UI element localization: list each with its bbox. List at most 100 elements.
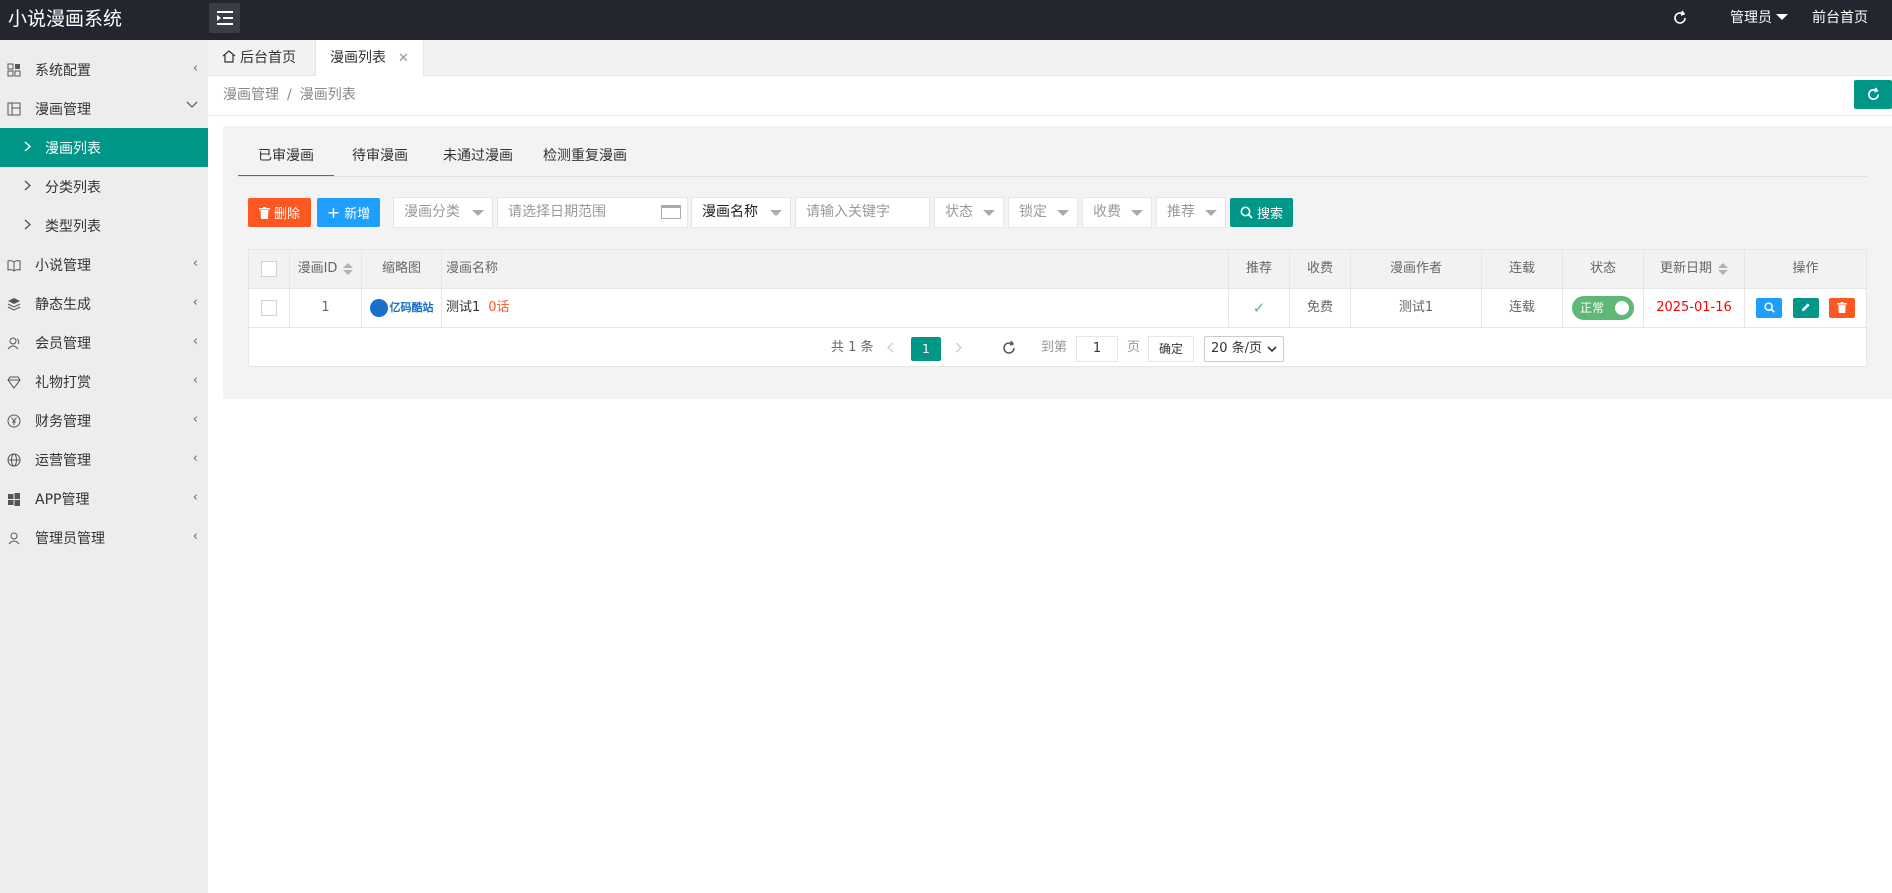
sidebar-subitem-category-list[interactable]: 分类列表 <box>0 167 208 206</box>
sidebar: 系统配置 ‹ 漫画管理 漫画列表 分类列表 类型列表 小说管理 ‹ 静态生成 ‹… <box>0 40 208 893</box>
cell-actions <box>1745 289 1866 328</box>
sidebar-item-label: 财务管理 <box>35 413 91 430</box>
sidebar-item-label: 漫画管理 <box>35 101 91 118</box>
goto-page-input[interactable]: 1 <box>1076 336 1118 362</box>
home-icon <box>222 50 236 63</box>
chevron-right-icon <box>24 140 32 155</box>
chevron-down-icon <box>1267 337 1277 361</box>
table-header: 漫画ID 缩略图 漫画名称 推荐 收费 漫画作者 连载 状态 更新日期 操作 <box>249 250 1866 289</box>
charge-select[interactable]: 收费 <box>1082 197 1152 228</box>
top-bar: 小说漫画系统 管理员 前台首页 <box>0 0 1892 40</box>
dropdown-arrow-icon <box>472 210 484 216</box>
sidebar-item-system-config[interactable]: 系统配置 ‹ <box>0 50 208 89</box>
pagination: 共 1 条 1 到第 1 页 确定 20 条/页 <box>249 328 1866 367</box>
status-select-value: 状态 <box>945 204 973 220</box>
sidebar-item-label: 会员管理 <box>35 335 91 352</box>
lock-select-value: 锁定 <box>1019 204 1047 220</box>
sort-icon[interactable] <box>1718 262 1728 275</box>
chevron-left-icon <box>887 342 894 353</box>
plus-icon: + <box>326 202 341 222</box>
column-header-actions: 操作 <box>1792 261 1819 276</box>
date-range-input[interactable]: 请选择日期范围 <box>497 197 688 228</box>
sidebar-item-static-gen[interactable]: 静态生成 ‹ <box>0 284 208 323</box>
prev-page-button[interactable] <box>887 328 894 367</box>
column-header-id[interactable]: 漫画ID <box>290 250 362 289</box>
dropdown-arrow-icon <box>770 210 782 216</box>
subtab-pending[interactable]: 待审漫画 <box>352 141 408 177</box>
select-all-checkbox[interactable] <box>261 260 277 277</box>
lock-select[interactable]: 锁定 <box>1008 197 1078 228</box>
recommend-select[interactable]: 推荐 <box>1156 197 1226 228</box>
front-home-link[interactable]: 前台首页 <box>1812 0 1868 40</box>
user-icon <box>6 530 22 546</box>
sidebar-item-member-manage[interactable]: 会员管理 ‹ <box>0 323 208 362</box>
refresh-button[interactable] <box>1854 80 1892 109</box>
comic-name: 测试1 <box>446 300 481 315</box>
sidebar-item-comic-manage[interactable]: 漫画管理 <box>0 89 208 128</box>
date-range-placeholder: 请选择日期范围 <box>508 204 606 220</box>
reload-page-button[interactable] <box>1001 328 1017 367</box>
dropdown-arrow-icon <box>983 210 995 216</box>
menu-toggle-button[interactable] <box>209 3 240 33</box>
layers-icon <box>6 296 22 312</box>
app-title: 小说漫画系统 <box>8 8 123 30</box>
refresh-icon <box>1674 10 1686 24</box>
chevron-left-icon: ‹ <box>192 295 198 310</box>
edit-button[interactable] <box>1792 297 1819 318</box>
add-button[interactable]: + 新增 <box>317 198 380 227</box>
column-header-date[interactable]: 更新日期 <box>1644 250 1745 289</box>
search-field-select[interactable]: 漫画名称 <box>691 197 791 228</box>
page-size-select[interactable]: 20 条/页 <box>1204 336 1284 362</box>
sort-icon[interactable] <box>343 262 354 275</box>
admin-menu[interactable]: 管理员 <box>1730 0 1788 40</box>
refresh-page-button[interactable] <box>1672 0 1688 40</box>
tab-comic-list[interactable]: 漫画列表 ✕ <box>315 40 424 76</box>
subtab-approved[interactable]: 已审漫画 <box>238 141 334 177</box>
delete-button[interactable]: 删除 <box>248 198 311 227</box>
subtab-duplicate-check[interactable]: 检测重复漫画 <box>543 141 627 177</box>
view-button[interactable] <box>1756 297 1783 318</box>
cell-thumb[interactable]: 亿码酷站 <box>362 289 442 328</box>
status-toggle[interactable]: 正常 <box>1572 295 1634 320</box>
column-header-name: 漫画名称 <box>442 250 1229 289</box>
sidebar-subitem-type-list[interactable]: 类型列表 <box>0 206 208 245</box>
status-toggle-label: 正常 <box>1580 300 1605 315</box>
sidebar-subitem-comic-list[interactable]: 漫画列表 <box>0 128 208 167</box>
goto-confirm-button[interactable]: 确定 <box>1148 336 1194 362</box>
page-label: 页 <box>1127 340 1141 355</box>
category-select[interactable]: 漫画分类 <box>393 197 493 228</box>
chevron-left-icon: ‹ <box>192 412 198 427</box>
next-page-button[interactable] <box>955 328 962 367</box>
calendar-icon <box>661 205 681 219</box>
close-icon[interactable]: ✕ <box>398 51 409 66</box>
row-checkbox[interactable] <box>261 299 277 316</box>
dropdown-arrow-icon <box>1131 210 1143 216</box>
tab-admin-home[interactable]: 后台首页 <box>208 40 310 76</box>
column-header-serial: 连载 <box>1482 250 1563 289</box>
delete-row-button[interactable] <box>1828 297 1855 318</box>
sidebar-item-label: APP管理 <box>35 491 90 508</box>
sidebar-item-operation-manage[interactable]: 运营管理 ‹ <box>0 440 208 479</box>
comic-icon <box>6 101 22 117</box>
header-checkbox-cell <box>249 250 290 289</box>
cell-charge: 免费 <box>1290 289 1351 328</box>
comic-table: 漫画ID 缩略图 漫画名称 推荐 收费 漫画作者 连载 状态 更新日期 操作 1… <box>248 249 1867 367</box>
sidebar-item-gift-reward[interactable]: 礼物打赏 ‹ <box>0 362 208 401</box>
sidebar-item-label: 管理员管理 <box>35 530 105 547</box>
status-select[interactable]: 状态 <box>934 197 1004 228</box>
page-number-current[interactable]: 1 <box>911 337 941 361</box>
thumbnail-image[interactable]: 亿码酷站 <box>369 298 434 317</box>
breadcrumb-parent[interactable]: 漫画管理 <box>223 87 279 103</box>
subtab-rejected[interactable]: 未通过漫画 <box>443 141 513 177</box>
sidebar-item-app-manage[interactable]: APP管理 ‹ <box>0 479 208 518</box>
cell-id: 1 <box>290 289 362 328</box>
search-button[interactable]: 搜索 <box>1230 198 1293 227</box>
row-checkbox-cell <box>249 289 290 328</box>
episode-count-link[interactable]: 0话 <box>488 300 509 315</box>
search-icon <box>1240 206 1253 219</box>
keyword-input[interactable]: 请输入关键字 <box>795 197 930 228</box>
sidebar-item-admin-manage[interactable]: 管理员管理 ‹ <box>0 518 208 557</box>
keyword-placeholder: 请输入关键字 <box>806 204 890 220</box>
sidebar-item-finance-manage[interactable]: 财务管理 ‹ <box>0 401 208 440</box>
sidebar-item-novel-manage[interactable]: 小说管理 ‹ <box>0 245 208 284</box>
